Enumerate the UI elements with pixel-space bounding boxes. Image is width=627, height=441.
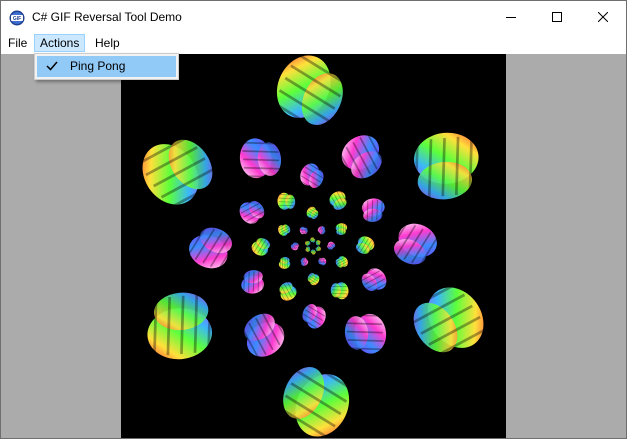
- title-bar[interactable]: GIF C# GIF Reversal Tool Demo: [1, 1, 626, 33]
- client-area: [1, 52, 626, 440]
- kaleidoscope-coil: [404, 282, 489, 358]
- maximize-icon: [552, 12, 562, 22]
- kaleidoscope-coil: [388, 221, 439, 267]
- kaleidoscope-coil: [241, 308, 288, 360]
- kaleidoscope-coil: [305, 206, 320, 221]
- kaleidoscope-coil: [358, 266, 389, 293]
- window-title: C# GIF Reversal Tool Demo: [32, 10, 182, 24]
- kaleidoscope-coil: [279, 357, 353, 440]
- kaleidoscope-coil: [335, 223, 348, 235]
- menu-item-ping-pong[interactable]: Ping Pong: [37, 56, 176, 77]
- kaleidoscope-coil: [310, 248, 317, 256]
- menu-file[interactable]: File: [2, 34, 33, 52]
- kaleidoscope-coil: [137, 134, 222, 210]
- kaleidoscope-coil: [241, 270, 265, 294]
- menu-item-label: Ping Pong: [70, 59, 126, 73]
- kaleidoscope-coil: [306, 271, 321, 286]
- kaleidoscope-coil: [314, 245, 322, 252]
- kaleidoscope-coil: [298, 162, 326, 192]
- close-icon: [598, 12, 608, 22]
- minimize-button[interactable]: [488, 1, 534, 33]
- kaleidoscope-coil: [299, 256, 309, 267]
- kaleidoscope-coil: [278, 279, 298, 302]
- menu-actions[interactable]: Actions: [34, 34, 86, 52]
- kaleidoscope-coil: [317, 225, 327, 236]
- kaleidoscope-coil: [278, 257, 291, 269]
- kaleidoscope-coil: [277, 223, 292, 237]
- checkmark-icon: [46, 61, 58, 71]
- kaleidoscope-coil: [237, 199, 268, 226]
- kaleidoscope-coil: [304, 240, 312, 247]
- kaleidoscope-coil: [250, 237, 273, 257]
- kaleidoscope-coil: [414, 132, 479, 200]
- kaleidoscope-coil: [338, 132, 385, 184]
- kaleidoscope-coil: [328, 190, 348, 213]
- menu-bar: File Actions Help: [1, 33, 626, 53]
- kaleidoscope-coil: [361, 198, 385, 222]
- gif-preview: [121, 52, 506, 440]
- kaleidoscope-coil: [353, 235, 376, 255]
- minimize-icon: [506, 17, 516, 18]
- kaleidoscope-coil: [309, 236, 316, 244]
- kaleidoscope-coil: [344, 313, 387, 354]
- kaleidoscope-coil: [305, 246, 311, 252]
- actions-dropdown-menu: Ping Pong: [34, 53, 179, 80]
- svg-text:GIF: GIF: [13, 16, 21, 22]
- kaleidoscope-coil: [299, 226, 308, 235]
- kaleidoscope-coil: [300, 300, 328, 330]
- kaleidoscope-coil: [147, 292, 212, 360]
- kaleidoscope-coil: [290, 241, 301, 251]
- gif-tool-app-icon: GIF: [9, 10, 25, 26]
- kaleidoscope-coil: [277, 192, 296, 210]
- kaleidoscope-coil: [334, 255, 349, 269]
- kaleidoscope-coil: [273, 52, 347, 135]
- kaleidoscope-coil: [318, 257, 327, 266]
- close-button[interactable]: [580, 1, 626, 33]
- maximize-button[interactable]: [534, 1, 580, 33]
- kaleidoscope-coil: [325, 241, 336, 251]
- app-window: GIF C# GIF Reversal Tool Demo File Actio…: [0, 0, 627, 440]
- menu-help[interactable]: Help: [89, 34, 126, 52]
- kaleidoscope-coil: [330, 282, 349, 300]
- gif-frame-image: [137, 52, 489, 440]
- kaleidoscope-coil: [187, 225, 238, 271]
- kaleidoscope-coil: [315, 240, 321, 246]
- kaleidoscope-coil: [239, 138, 282, 179]
